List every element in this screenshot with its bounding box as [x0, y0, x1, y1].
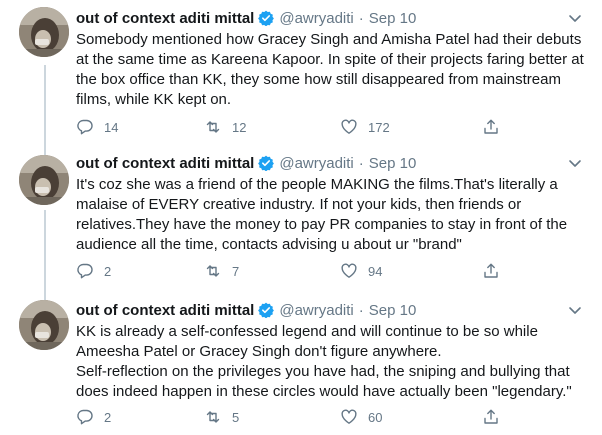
- avatar[interactable]: [19, 300, 69, 350]
- tweet-3[interactable]: out of context aditi mittal @awryaditi ·…: [0, 291, 602, 435]
- reply-icon: [76, 262, 94, 280]
- reply-button[interactable]: 14: [76, 117, 118, 137]
- reply-button[interactable]: 2: [76, 407, 111, 427]
- author-name[interactable]: out of context aditi mittal: [76, 155, 254, 172]
- retweet-icon: [204, 118, 222, 136]
- like-count: 60: [368, 409, 383, 425]
- share-button[interactable]: [482, 261, 500, 281]
- retweet-icon: [204, 262, 222, 280]
- heart-icon: [340, 408, 358, 426]
- tweet-1[interactable]: out of context aditi mittal @awryaditi ·…: [0, 0, 602, 145]
- reply-icon: [76, 408, 94, 426]
- tweet-actions: 2 5 60: [76, 407, 506, 427]
- retweet-count: 5: [232, 409, 240, 425]
- tweet-date[interactable]: Sep 10: [369, 302, 417, 319]
- author-handle[interactable]: @awryaditi: [279, 10, 353, 27]
- chevron-down-icon[interactable]: [566, 9, 584, 27]
- avatar[interactable]: [19, 155, 69, 205]
- reply-button[interactable]: 2: [76, 261, 111, 281]
- tweet-actions: 2 7 94: [76, 261, 506, 281]
- author-name[interactable]: out of context aditi mittal: [76, 302, 254, 319]
- separator-dot: ·: [358, 9, 364, 27]
- tweet-actions: 14 12 172: [76, 117, 506, 137]
- verified-badge-icon: [258, 10, 275, 26]
- tweet-header: out of context aditi mittal @awryaditi ·…: [76, 153, 416, 173]
- retweet-count: 7: [232, 263, 240, 279]
- retweet-icon: [204, 408, 222, 426]
- verified-badge-icon: [258, 155, 275, 171]
- like-button[interactable]: 172: [340, 117, 390, 137]
- share-button[interactable]: [482, 117, 500, 137]
- verified-badge-icon: [258, 302, 275, 318]
- tweet-2[interactable]: out of context aditi mittal @awryaditi ·…: [0, 145, 602, 291]
- author-handle[interactable]: @awryaditi: [279, 155, 353, 172]
- share-icon: [482, 408, 500, 426]
- tweet-text: Somebody mentioned how Gracey Singh and …: [76, 31, 584, 108]
- tweet-date[interactable]: Sep 10: [369, 155, 417, 172]
- tweet-header: out of context aditi mittal @awryaditi ·…: [76, 8, 416, 28]
- retweet-button[interactable]: 12: [204, 117, 246, 137]
- retweet-count: 12: [232, 119, 247, 135]
- reply-icon: [76, 118, 94, 136]
- reply-count: 14: [104, 119, 119, 135]
- like-button[interactable]: 94: [340, 261, 382, 281]
- tweet-text: KK is already a self-confessed legend an…: [76, 323, 572, 400]
- separator-dot: ·: [358, 154, 364, 172]
- reply-count: 2: [104, 409, 112, 425]
- share-button[interactable]: [482, 407, 500, 427]
- tweet-text: It's coz she was a friend of the people …: [76, 176, 568, 253]
- author-name[interactable]: out of context aditi mittal: [76, 10, 254, 27]
- heart-icon: [340, 262, 358, 280]
- heart-icon: [340, 118, 358, 136]
- reply-count: 2: [104, 263, 112, 279]
- author-handle[interactable]: @awryaditi: [279, 302, 353, 319]
- separator-dot: ·: [358, 301, 364, 319]
- retweet-button[interactable]: 7: [204, 261, 239, 281]
- chevron-down-icon[interactable]: [566, 301, 584, 319]
- avatar[interactable]: [19, 7, 69, 57]
- share-icon: [482, 118, 500, 136]
- tweet-date[interactable]: Sep 10: [369, 10, 417, 27]
- retweet-button[interactable]: 5: [204, 407, 239, 427]
- like-count: 172: [368, 119, 390, 135]
- like-count: 94: [368, 263, 383, 279]
- tweet-header: out of context aditi mittal @awryaditi ·…: [76, 300, 416, 320]
- share-icon: [482, 262, 500, 280]
- like-button[interactable]: 60: [340, 407, 382, 427]
- chevron-down-icon[interactable]: [566, 154, 584, 172]
